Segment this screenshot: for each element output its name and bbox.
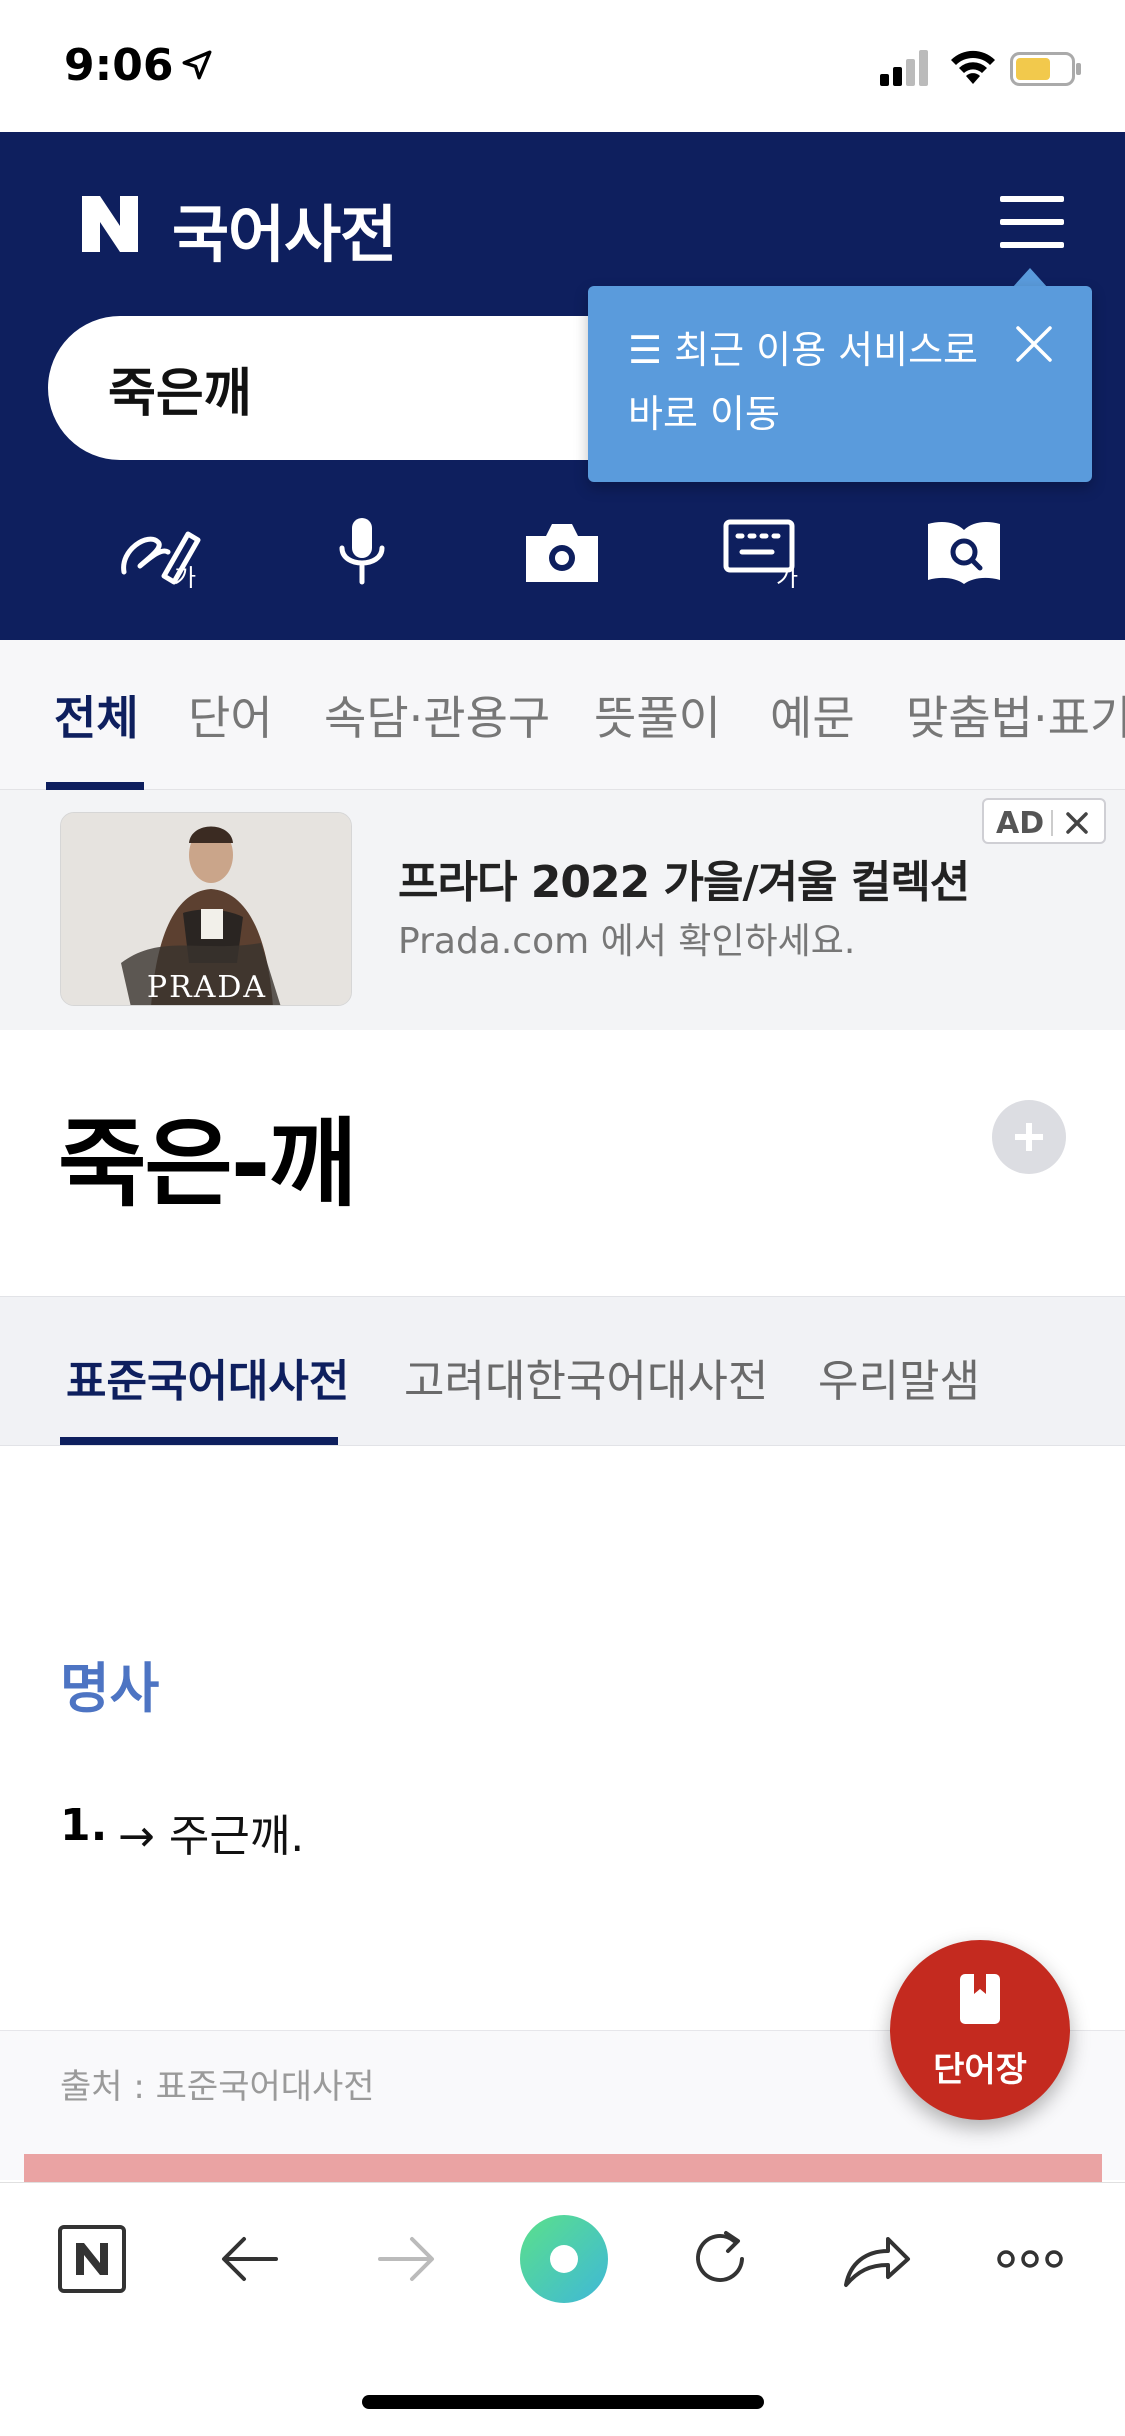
wifi-icon: [951, 50, 995, 84]
ad-title[interactable]: 프라다 2022 가을/겨울 컬렉션: [398, 846, 970, 910]
home-indicator: [362, 2395, 764, 2409]
dictionary-source-tabs: 표준국어대사전 고려대한국어대사전 우리말샘: [0, 1296, 1125, 1446]
tab-word[interactable]: 단어: [188, 682, 273, 748]
ad-image[interactable]: PRADA: [60, 812, 352, 1006]
battery-icon: [1010, 52, 1081, 86]
naver-home-icon[interactable]: [52, 2219, 132, 2299]
definition-text[interactable]: → 주근깨.: [118, 1800, 304, 1864]
tab-urimalsaem[interactable]: 우리말샘: [818, 1345, 980, 1409]
camera-icon[interactable]: [520, 516, 604, 588]
tab-all[interactable]: 전체: [54, 682, 139, 748]
active-dictionary-indicator: [60, 1437, 338, 1445]
back-arrow-icon[interactable]: [210, 2219, 290, 2299]
tab-standard-dictionary[interactable]: 표준국어대사전: [66, 1345, 349, 1409]
source-text: 출처 : 표준국어대사전: [60, 2067, 375, 2107]
ad-banner[interactable]: PRADA 프라다 2022 가을/겨울 컬렉션 Prada.com 에서 확인…: [0, 790, 1125, 1030]
keyboard-icon[interactable]: 가: [722, 516, 806, 588]
active-tab-indicator: [46, 782, 144, 790]
green-dot-icon[interactable]: [518, 2213, 610, 2305]
refresh-icon[interactable]: [680, 2219, 760, 2299]
handwriting-icon[interactable]: 가: [118, 516, 202, 588]
cellular-signal-icon: [880, 50, 928, 86]
tooltip-arrow: [1012, 268, 1048, 288]
add-to-wordbook-button[interactable]: [992, 1100, 1066, 1174]
ad-photo: PRADA: [61, 813, 351, 1005]
tab-korea-university-dictionary[interactable]: 고려대한국어대사전: [404, 1345, 768, 1409]
svg-text:가: 가: [174, 564, 196, 588]
tab-spelling[interactable]: 맞춤법·표기: [906, 682, 1125, 748]
svg-text:가: 가: [776, 564, 798, 588]
close-icon[interactable]: [1012, 322, 1056, 366]
menu-button[interactable]: [1000, 196, 1064, 252]
recent-services-tooltip[interactable]: ☰ 최근 이용 서비스로 바로 이동: [588, 286, 1092, 482]
dictionary-search-icon[interactable]: [922, 516, 1006, 588]
entry-headword: 죽은-깨: [58, 1108, 357, 1220]
status-bar: 9:06: [0, 0, 1125, 132]
ad-image-brand: PRADA: [147, 970, 267, 1005]
ad-label: AD: [996, 806, 1045, 841]
share-icon[interactable]: [836, 2219, 916, 2299]
tab-example[interactable]: 예문: [770, 682, 855, 748]
dictionary-header: 국어사전 ☰ 최근 이용 서비스로 바로 이동 가 가: [0, 132, 1125, 640]
ad-close-icon[interactable]: [1062, 808, 1092, 838]
location-arrow-icon: [182, 50, 212, 80]
naver-logo-icon[interactable]: [78, 192, 142, 256]
wordbook-label: 단어장: [933, 2050, 1027, 2090]
tab-meaning[interactable]: 뜻풀이: [594, 682, 721, 748]
search-input[interactable]: [108, 356, 668, 420]
bookmark-book-icon: [960, 1974, 1000, 2024]
browser-toolbar: [0, 2182, 1125, 2436]
ad-badge: AD: [982, 798, 1106, 844]
microphone-icon[interactable]: [320, 516, 404, 588]
ad-subtitle[interactable]: Prada.com 에서 확인하세요.: [398, 912, 855, 964]
part-of-speech: 명사: [60, 1657, 160, 1720]
category-tabs: 전체 단어 속담·관용구 뜻풀이 예문 맞춤법·표기: [0, 640, 1125, 790]
definition-number: 1.: [60, 1800, 108, 1851]
tab-proverb-idiom[interactable]: 속담·관용구: [324, 682, 550, 748]
forward-arrow-icon[interactable]: [366, 2219, 446, 2299]
more-icon[interactable]: [990, 2219, 1070, 2299]
wordbook-button[interactable]: 단어장: [890, 1940, 1070, 2120]
app-title[interactable]: 국어사전: [172, 184, 397, 274]
status-time: 9:06: [64, 40, 174, 91]
tooltip-text: ☰ 최근 이용 서비스로 바로 이동: [628, 328, 978, 436]
